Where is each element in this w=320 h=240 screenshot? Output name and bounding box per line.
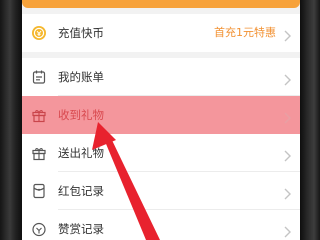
- recharge-row[interactable]: 充值快币 首充1元特惠: [22, 14, 300, 52]
- red-packet-icon: [31, 183, 47, 199]
- top-banner: [22, 0, 300, 8]
- chevron-right-icon: [282, 109, 292, 124]
- menu-item-sent-gifts[interactable]: 送出礼物: [22, 134, 300, 172]
- menu-item-red-packet-records[interactable]: 红包记录: [22, 172, 300, 210]
- gift-icon: [31, 107, 47, 123]
- phone-frame-left: [0, 0, 22, 240]
- phone-frame-right: [300, 0, 320, 240]
- wallet-screen: 充值快币 首充1元特惠 我的账单 收到礼物 送出礼物 红包记录 赞赏记录: [22, 0, 300, 240]
- menu-item-label: 红包记录: [58, 184, 104, 198]
- first-recharge-promo: 首充1元特惠: [214, 26, 276, 39]
- menu-item-received-gifts[interactable]: 收到礼物: [22, 96, 300, 134]
- menu-item-label: 我的账单: [58, 70, 104, 84]
- chevron-right-icon: [282, 185, 292, 200]
- chevron-right-icon: [282, 223, 292, 238]
- records-section: 我的账单 收到礼物 送出礼物 红包记录 赞赏记录: [22, 58, 300, 240]
- bill-icon: [31, 69, 47, 85]
- menu-item-reward-records[interactable]: 赞赏记录: [22, 210, 300, 240]
- recharge-label: 充值快币: [58, 26, 104, 40]
- menu-item-label: 送出礼物: [58, 146, 104, 160]
- gift-box-icon: [31, 145, 47, 161]
- menu-item-label: 收到礼物: [58, 108, 104, 122]
- chevron-right-icon: [282, 27, 292, 42]
- menu-item-my-bill[interactable]: 我的账单: [22, 58, 300, 96]
- chevron-right-icon: [282, 147, 292, 162]
- reward-icon: [31, 221, 47, 237]
- recharge-section: 充值快币 首充1元特惠: [22, 14, 300, 52]
- menu-item-label: 赞赏记录: [58, 222, 104, 236]
- chevron-right-icon: [282, 71, 292, 86]
- coin-icon: [31, 25, 47, 41]
